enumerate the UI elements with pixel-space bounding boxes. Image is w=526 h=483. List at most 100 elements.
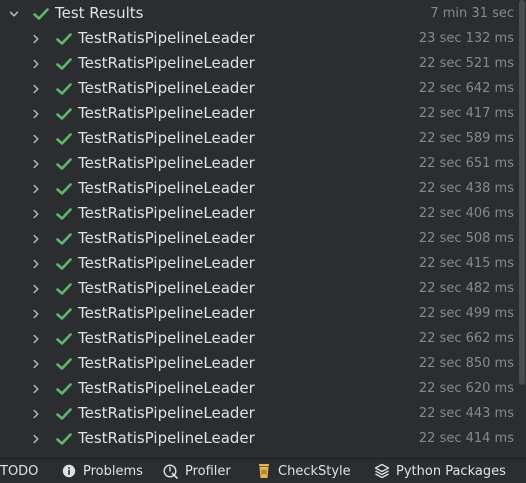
test-row[interactable]: TestRatisPipelineLeader 22 sec 521 ms	[0, 51, 518, 76]
test-row[interactable]: TestRatisPipelineLeader 22 sec 850 ms	[0, 351, 518, 376]
test-name: TestRatisPipelineLeader	[78, 204, 255, 222]
test-name: TestRatisPipelineLeader	[78, 404, 255, 422]
test-name: TestRatisPipelineLeader	[78, 54, 255, 72]
test-row[interactable]: TestRatisPipelineLeader 22 sec 415 ms	[0, 251, 518, 276]
test-duration: 22 sec 642 ms	[418, 81, 514, 96]
test-name: TestRatisPipelineLeader	[78, 179, 255, 197]
chevron-right-icon[interactable]	[28, 126, 44, 151]
todo-tab[interactable]: TODO	[0, 459, 38, 483]
test-duration: 22 sec 417 ms	[418, 106, 514, 121]
checkstyle-tab[interactable]: CheckStyle	[256, 459, 351, 483]
chevron-right-icon[interactable]	[28, 226, 44, 251]
test-name: TestRatisPipelineLeader	[78, 254, 255, 272]
info-circle-icon	[61, 463, 77, 479]
test-name: TestRatisPipelineLeader	[78, 304, 255, 322]
chevron-right-icon[interactable]	[28, 401, 44, 426]
chevron-right-icon[interactable]	[28, 101, 44, 126]
test-row[interactable]: TestRatisPipelineLeader 22 sec 443 ms	[0, 401, 518, 426]
check-icon	[55, 26, 73, 51]
chevron-right-icon[interactable]	[28, 176, 44, 201]
test-duration: 22 sec 414 ms	[418, 431, 514, 446]
test-results-panel: Test Results 7 min 31 sec TestRatisPipel…	[0, 0, 526, 458]
test-duration: 22 sec 620 ms	[418, 381, 514, 396]
chevron-right-icon[interactable]	[28, 251, 44, 276]
test-name: TestRatisPipelineLeader	[78, 79, 255, 97]
test-row[interactable]: TestRatisPipelineLeader 22 sec 508 ms	[0, 226, 518, 251]
chevron-right-icon[interactable]	[28, 301, 44, 326]
chevron-right-icon[interactable]	[28, 76, 44, 101]
chevron-right-icon[interactable]	[28, 276, 44, 301]
test-name: TestRatisPipelineLeader	[78, 329, 255, 347]
test-duration: 22 sec 438 ms	[418, 181, 514, 196]
check-icon	[55, 126, 73, 151]
chevron-right-icon[interactable]	[28, 326, 44, 351]
checkstyle-label: CheckStyle	[278, 463, 351, 479]
test-name: TestRatisPipelineLeader	[78, 379, 255, 397]
check-icon	[55, 151, 73, 176]
check-icon	[55, 326, 73, 351]
checkstyle-cup-icon	[256, 463, 272, 479]
layers-icon	[374, 463, 390, 479]
test-duration: 22 sec 508 ms	[418, 231, 514, 246]
check-icon	[55, 76, 73, 101]
test-row[interactable]: TestRatisPipelineLeader 22 sec 589 ms	[0, 126, 518, 151]
chevron-right-icon[interactable]	[28, 151, 44, 176]
test-name: TestRatisPipelineLeader	[78, 354, 255, 372]
todo-label: TODO	[0, 463, 39, 479]
test-duration: 22 sec 499 ms	[418, 306, 514, 321]
test-duration: 22 sec 415 ms	[418, 256, 514, 271]
check-icon	[55, 201, 73, 226]
test-row[interactable]: TestRatisPipelineLeader 22 sec 414 ms	[0, 426, 518, 451]
test-name: TestRatisPipelineLeader	[78, 429, 255, 447]
test-duration: 22 sec 850 ms	[418, 356, 514, 371]
check-icon	[55, 426, 73, 451]
test-row[interactable]: TestRatisPipelineLeader 22 sec 482 ms	[0, 276, 518, 301]
chevron-right-icon[interactable]	[28, 51, 44, 76]
chevron-right-icon[interactable]	[28, 426, 44, 451]
chevron-down-icon[interactable]	[6, 1, 22, 26]
chevron-right-icon[interactable]	[28, 201, 44, 226]
test-duration: 23 sec 132 ms	[418, 31, 514, 46]
vertical-scrollbar[interactable]	[519, 0, 526, 458]
python-packages-label: Python Packages	[396, 463, 506, 479]
test-name: TestRatisPipelineLeader	[78, 29, 255, 47]
test-results-duration: 7 min 31 sec	[430, 6, 514, 21]
test-duration: 22 sec 521 ms	[418, 56, 514, 71]
problems-tab[interactable]: Problems	[61, 459, 143, 483]
test-row[interactable]: TestRatisPipelineLeader 22 sec 651 ms	[0, 151, 518, 176]
profiler-tab[interactable]: Profiler	[163, 459, 231, 483]
test-row[interactable]: TestRatisPipelineLeader 22 sec 438 ms	[0, 176, 518, 201]
test-results-title: Test Results	[55, 4, 144, 22]
test-row[interactable]: TestRatisPipelineLeader 22 sec 620 ms	[0, 376, 518, 401]
chevron-right-icon[interactable]	[28, 376, 44, 401]
test-row[interactable]: TestRatisPipelineLeader 22 sec 662 ms	[0, 326, 518, 351]
check-icon	[55, 176, 73, 201]
test-row[interactable]: TestRatisPipelineLeader 22 sec 406 ms	[0, 201, 518, 226]
test-row[interactable]: TestRatisPipelineLeader 22 sec 499 ms	[0, 301, 518, 326]
scrollbar-thumb[interactable]	[519, 0, 525, 385]
chevron-right-icon[interactable]	[28, 351, 44, 376]
test-row[interactable]: TestRatisPipelineLeader 22 sec 417 ms	[0, 101, 518, 126]
check-icon	[55, 351, 73, 376]
test-name: TestRatisPipelineLeader	[78, 129, 255, 147]
profiler-label: Profiler	[185, 463, 231, 479]
problems-label: Problems	[83, 463, 143, 479]
python-packages-tab[interactable]: Python Packages	[374, 459, 506, 483]
check-icon	[55, 401, 73, 426]
bottom-tool-window-bar: TODO Problems Profiler CheckStyle Python…	[0, 458, 526, 483]
test-name: TestRatisPipelineLeader	[78, 104, 255, 122]
check-icon	[55, 276, 73, 301]
test-row[interactable]: TestRatisPipelineLeader 23 sec 132 ms	[0, 26, 518, 51]
check-icon	[55, 376, 73, 401]
test-duration: 22 sec 406 ms	[418, 206, 514, 221]
check-icon	[55, 101, 73, 126]
check-icon	[55, 251, 73, 276]
check-icon	[55, 51, 73, 76]
test-name: TestRatisPipelineLeader	[78, 154, 255, 172]
test-row[interactable]: TestRatisPipelineLeader 22 sec 642 ms	[0, 76, 518, 101]
test-duration: 22 sec 443 ms	[418, 406, 514, 421]
chevron-right-icon[interactable]	[28, 26, 44, 51]
test-results-root-row[interactable]: Test Results 7 min 31 sec	[0, 1, 518, 26]
check-icon	[55, 301, 73, 326]
check-icon	[32, 1, 50, 26]
